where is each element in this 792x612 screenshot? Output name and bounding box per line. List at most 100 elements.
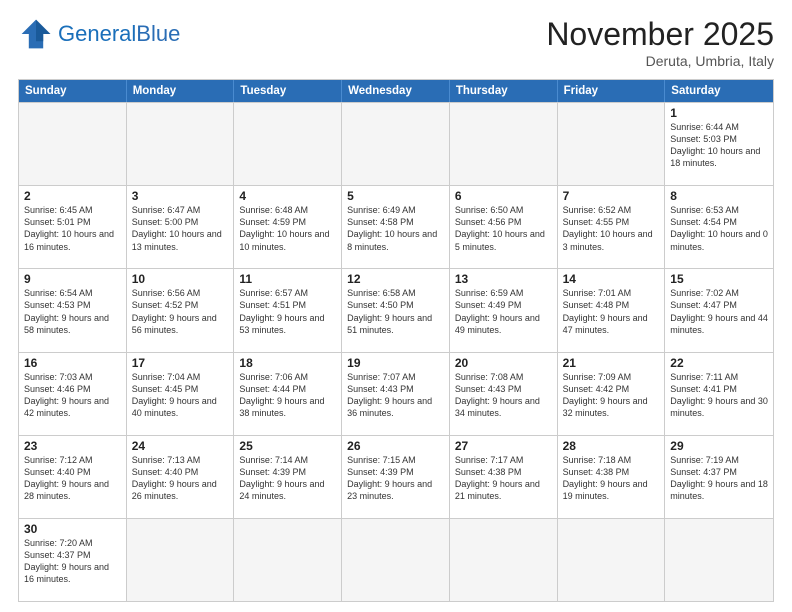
day-cell-28: 28Sunrise: 7:18 AM Sunset: 4:38 PM Dayli…: [558, 436, 666, 518]
cell-text: Sunrise: 6:53 AM Sunset: 4:54 PM Dayligh…: [670, 204, 768, 253]
header-cell-thursday: Thursday: [450, 80, 558, 102]
cell-text: Sunrise: 7:08 AM Sunset: 4:43 PM Dayligh…: [455, 371, 552, 420]
day-number: 10: [132, 272, 229, 286]
cell-text: Sunrise: 7:18 AM Sunset: 4:38 PM Dayligh…: [563, 454, 660, 503]
cell-text: Sunrise: 7:11 AM Sunset: 4:41 PM Dayligh…: [670, 371, 768, 420]
day-cell-17: 17Sunrise: 7:04 AM Sunset: 4:45 PM Dayli…: [127, 353, 235, 435]
logo-blue: Blue: [136, 21, 180, 46]
day-cell-27: 27Sunrise: 7:17 AM Sunset: 4:38 PM Dayli…: [450, 436, 558, 518]
cell-text: Sunrise: 6:57 AM Sunset: 4:51 PM Dayligh…: [239, 287, 336, 336]
day-number: 16: [24, 356, 121, 370]
day-number: 8: [670, 189, 768, 203]
calendar-row-3: 16Sunrise: 7:03 AM Sunset: 4:46 PM Dayli…: [19, 352, 773, 435]
cell-text: Sunrise: 6:56 AM Sunset: 4:52 PM Dayligh…: [132, 287, 229, 336]
calendar-header-row: SundayMondayTuesdayWednesdayThursdayFrid…: [19, 80, 773, 102]
day-number: 20: [455, 356, 552, 370]
calendar-row-4: 23Sunrise: 7:12 AM Sunset: 4:40 PM Dayli…: [19, 435, 773, 518]
day-cell-24: 24Sunrise: 7:13 AM Sunset: 4:40 PM Dayli…: [127, 436, 235, 518]
day-number: 22: [670, 356, 768, 370]
header-cell-wednesday: Wednesday: [342, 80, 450, 102]
empty-cell: [450, 103, 558, 185]
header-cell-friday: Friday: [558, 80, 666, 102]
day-cell-16: 16Sunrise: 7:03 AM Sunset: 4:46 PM Dayli…: [19, 353, 127, 435]
empty-cell: [558, 103, 666, 185]
logo: GeneralBlue: [18, 16, 180, 52]
day-number: 13: [455, 272, 552, 286]
cell-text: Sunrise: 7:20 AM Sunset: 4:37 PM Dayligh…: [24, 537, 121, 586]
cell-text: Sunrise: 7:04 AM Sunset: 4:45 PM Dayligh…: [132, 371, 229, 420]
day-cell-29: 29Sunrise: 7:19 AM Sunset: 4:37 PM Dayli…: [665, 436, 773, 518]
cell-text: Sunrise: 7:15 AM Sunset: 4:39 PM Dayligh…: [347, 454, 444, 503]
day-number: 11: [239, 272, 336, 286]
day-number: 24: [132, 439, 229, 453]
header: GeneralBlue November 2025 Deruta, Umbria…: [18, 16, 774, 69]
cell-text: Sunrise: 7:02 AM Sunset: 4:47 PM Dayligh…: [670, 287, 768, 336]
empty-cell: [558, 519, 666, 601]
cell-text: Sunrise: 6:45 AM Sunset: 5:01 PM Dayligh…: [24, 204, 121, 253]
empty-cell: [450, 519, 558, 601]
day-number: 5: [347, 189, 444, 203]
day-number: 1: [670, 106, 768, 120]
day-number: 7: [563, 189, 660, 203]
day-cell-5: 5Sunrise: 6:49 AM Sunset: 4:58 PM Daylig…: [342, 186, 450, 268]
logo-general: General: [58, 21, 136, 46]
day-cell-11: 11Sunrise: 6:57 AM Sunset: 4:51 PM Dayli…: [234, 269, 342, 351]
cell-text: Sunrise: 6:49 AM Sunset: 4:58 PM Dayligh…: [347, 204, 444, 253]
cell-text: Sunrise: 7:07 AM Sunset: 4:43 PM Dayligh…: [347, 371, 444, 420]
day-cell-3: 3Sunrise: 6:47 AM Sunset: 5:00 PM Daylig…: [127, 186, 235, 268]
day-cell-1: 1Sunrise: 6:44 AM Sunset: 5:03 PM Daylig…: [665, 103, 773, 185]
day-number: 2: [24, 189, 121, 203]
logo-text: GeneralBlue: [58, 23, 180, 45]
header-cell-tuesday: Tuesday: [234, 80, 342, 102]
day-cell-2: 2Sunrise: 6:45 AM Sunset: 5:01 PM Daylig…: [19, 186, 127, 268]
day-number: 21: [563, 356, 660, 370]
day-number: 4: [239, 189, 336, 203]
day-cell-23: 23Sunrise: 7:12 AM Sunset: 4:40 PM Dayli…: [19, 436, 127, 518]
cell-text: Sunrise: 6:52 AM Sunset: 4:55 PM Dayligh…: [563, 204, 660, 253]
calendar-body: 1Sunrise: 6:44 AM Sunset: 5:03 PM Daylig…: [19, 102, 773, 601]
day-cell-21: 21Sunrise: 7:09 AM Sunset: 4:42 PM Dayli…: [558, 353, 666, 435]
day-number: 18: [239, 356, 336, 370]
empty-cell: [234, 519, 342, 601]
cell-text: Sunrise: 7:01 AM Sunset: 4:48 PM Dayligh…: [563, 287, 660, 336]
empty-cell: [234, 103, 342, 185]
cell-text: Sunrise: 6:54 AM Sunset: 4:53 PM Dayligh…: [24, 287, 121, 336]
day-cell-12: 12Sunrise: 6:58 AM Sunset: 4:50 PM Dayli…: [342, 269, 450, 351]
cell-text: Sunrise: 6:47 AM Sunset: 5:00 PM Dayligh…: [132, 204, 229, 253]
page: GeneralBlue November 2025 Deruta, Umbria…: [0, 0, 792, 612]
cell-text: Sunrise: 6:44 AM Sunset: 5:03 PM Dayligh…: [670, 121, 768, 170]
empty-cell: [19, 103, 127, 185]
day-number: 29: [670, 439, 768, 453]
empty-cell: [665, 519, 773, 601]
day-cell-10: 10Sunrise: 6:56 AM Sunset: 4:52 PM Dayli…: [127, 269, 235, 351]
day-cell-9: 9Sunrise: 6:54 AM Sunset: 4:53 PM Daylig…: [19, 269, 127, 351]
day-number: 26: [347, 439, 444, 453]
header-cell-sunday: Sunday: [19, 80, 127, 102]
day-number: 15: [670, 272, 768, 286]
day-cell-22: 22Sunrise: 7:11 AM Sunset: 4:41 PM Dayli…: [665, 353, 773, 435]
cell-text: Sunrise: 7:17 AM Sunset: 4:38 PM Dayligh…: [455, 454, 552, 503]
calendar-row-0: 1Sunrise: 6:44 AM Sunset: 5:03 PM Daylig…: [19, 102, 773, 185]
day-number: 17: [132, 356, 229, 370]
day-number: 12: [347, 272, 444, 286]
day-number: 9: [24, 272, 121, 286]
cell-text: Sunrise: 7:06 AM Sunset: 4:44 PM Dayligh…: [239, 371, 336, 420]
day-number: 30: [24, 522, 121, 536]
empty-cell: [342, 519, 450, 601]
cell-text: Sunrise: 7:19 AM Sunset: 4:37 PM Dayligh…: [670, 454, 768, 503]
day-number: 3: [132, 189, 229, 203]
month-title: November 2025: [546, 16, 774, 53]
header-cell-monday: Monday: [127, 80, 235, 102]
day-number: 19: [347, 356, 444, 370]
cell-text: Sunrise: 7:14 AM Sunset: 4:39 PM Dayligh…: [239, 454, 336, 503]
day-cell-8: 8Sunrise: 6:53 AM Sunset: 4:54 PM Daylig…: [665, 186, 773, 268]
calendar-row-1: 2Sunrise: 6:45 AM Sunset: 5:01 PM Daylig…: [19, 185, 773, 268]
day-cell-26: 26Sunrise: 7:15 AM Sunset: 4:39 PM Dayli…: [342, 436, 450, 518]
cell-text: Sunrise: 7:09 AM Sunset: 4:42 PM Dayligh…: [563, 371, 660, 420]
day-cell-25: 25Sunrise: 7:14 AM Sunset: 4:39 PM Dayli…: [234, 436, 342, 518]
cell-text: Sunrise: 6:48 AM Sunset: 4:59 PM Dayligh…: [239, 204, 336, 253]
cell-text: Sunrise: 7:13 AM Sunset: 4:40 PM Dayligh…: [132, 454, 229, 503]
cell-text: Sunrise: 6:50 AM Sunset: 4:56 PM Dayligh…: [455, 204, 552, 253]
empty-cell: [342, 103, 450, 185]
empty-cell: [127, 103, 235, 185]
